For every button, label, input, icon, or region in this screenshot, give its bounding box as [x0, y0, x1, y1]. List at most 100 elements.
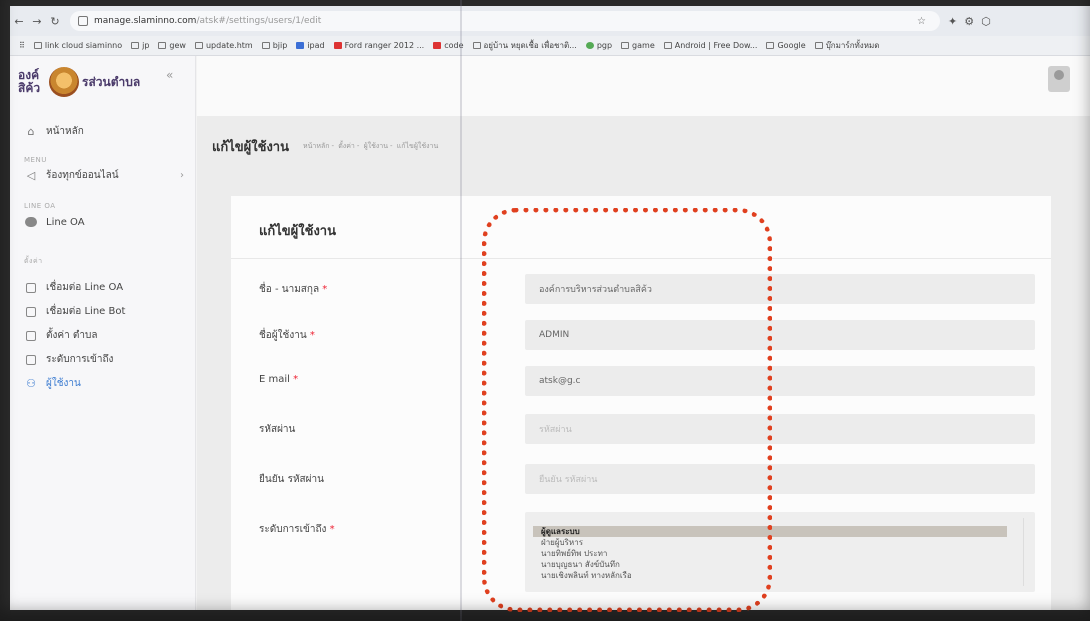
sidebar-item-connect-line-bot[interactable]: เชื่อมต่อ Line Bot — [24, 304, 184, 319]
top-bar — [197, 56, 1090, 116]
bookmark-item[interactable]: code — [433, 41, 464, 50]
bookmark-item[interactable]: update.htm — [194, 41, 253, 50]
bookmark-item[interactable]: Android | Free Dow... — [663, 41, 758, 50]
bookmark-item[interactable]: jp — [131, 41, 149, 50]
bookmark-item[interactable]: pgp — [585, 41, 612, 50]
name-field[interactable]: องค์การบริหารส่วนตำบลสิค้ว — [525, 274, 1035, 304]
bookmarks-bar: ⠿ link cloud siaminno jp gew update.htm bjip i… — [10, 36, 1090, 56]
lock-icon — [24, 354, 38, 366]
folder-icon — [814, 42, 823, 49]
bookmark-item[interactable]: Google — [766, 41, 806, 50]
sidebar-item-users[interactable]: ⚇ ผู้ใช้งาน — [24, 376, 184, 391]
bookmark-label: update.htm — [205, 41, 253, 50]
password-label: รหัสผ่าน — [259, 424, 296, 435]
forward-icon[interactable]: → — [28, 15, 46, 28]
folder-icon — [621, 42, 630, 49]
bookmark-icon — [585, 42, 594, 49]
card-title: แก้ไขผู้ใช้งาน — [259, 224, 336, 239]
bookmark-item[interactable]: บุ๊กมาร์กทั้งหมด — [814, 39, 880, 52]
extensions-icon[interactable]: ✦⚙⬡ — [948, 15, 998, 28]
bookmark-label: Android | Free Dow... — [674, 41, 758, 50]
site-info-icon[interactable] — [78, 16, 88, 26]
confirm-password-field[interactable]: ยืนยัน รหัสผ่าน — [525, 464, 1035, 494]
bookmark-label: game — [632, 41, 655, 50]
section-label-line: LINE OA — [24, 202, 56, 210]
access-level-option[interactable]: นายทิพย์ทิพ ประทา — [525, 548, 1035, 559]
breadcrumb-item-home[interactable]: หน้าหลัก — [303, 142, 329, 150]
sidebar-item-complaints[interactable]: ◁ ร้องทุกข์ออนไลน์ › — [24, 168, 184, 183]
bookmark-item[interactable]: Ford ranger 2012 ... — [333, 41, 424, 50]
logo-icon — [49, 67, 79, 97]
sidebar-item-label: ระดับการเข้าถึง — [46, 354, 114, 365]
reload-icon[interactable]: ↻ — [46, 15, 64, 28]
brand-right-text: รส่วนตำบล — [82, 74, 141, 89]
bookmark-label: Google — [777, 41, 806, 50]
collapse-sidebar-icon[interactable]: « — [166, 68, 173, 82]
bookmark-item[interactable]: game — [621, 41, 655, 50]
access-level-option[interactable]: ผู้ดูแลระบบ — [533, 526, 1007, 537]
page-header: แก้ไขผู้ใช้งาน หน้าหลัก - ตั้งค่า - ผู้ใช้… — [212, 116, 440, 176]
bookmark-label: gew — [169, 41, 186, 50]
password-field[interactable]: รหัสผ่าน — [525, 414, 1035, 444]
browser-window: ← → ↻ manage.slaminno.com /atsk#/setting… — [10, 6, 1090, 610]
sidebar-item-tambon-settings[interactable]: ตั้งค่า ตำบล — [24, 328, 184, 343]
url-field[interactable]: manage.slaminno.com /atsk#/settings/user… — [70, 11, 940, 31]
sidebar-item-home[interactable]: ⌂ หน้าหลัก — [24, 124, 184, 139]
brand[interactable]: องค์ สิค้ว รส่วนตำบล — [18, 62, 188, 102]
username-label: ชื่อผู้ใช้งาน * — [259, 328, 315, 343]
bookmark-label: ipad — [307, 41, 325, 50]
url-path: /atsk#/settings/users/1/edit — [196, 16, 322, 26]
home-icon: ⌂ — [27, 125, 35, 138]
breadcrumb-item-users[interactable]: ผู้ใช้งาน — [364, 142, 388, 150]
brand-short-b: สิค้ว — [18, 81, 41, 95]
avatar[interactable] — [1048, 66, 1070, 92]
email-field[interactable]: atsk@g.c — [525, 366, 1035, 396]
bookmark-item[interactable]: link cloud siaminno — [33, 41, 122, 50]
sidebar-item-access-level[interactable]: ระดับการเข้าถึง — [24, 352, 184, 367]
access-level-label: ระดับการเข้าถึง * — [259, 522, 335, 537]
divider — [231, 258, 1051, 259]
settings-icon — [24, 330, 38, 342]
sidebar-item-label: เชื่อมต่อ Line Bot — [46, 306, 126, 317]
sidebar-item-label: หน้าหลัก — [46, 126, 84, 137]
bookmark-label: บุ๊กมาร์กทั้งหมด — [825, 41, 880, 50]
sidebar-item-label: ร้องทุกข์ออนไลน์ — [46, 170, 119, 181]
users-icon: ⚇ — [26, 377, 36, 390]
star-icon[interactable]: ☆ — [917, 16, 932, 27]
bookmark-item[interactable]: bjip — [261, 41, 287, 50]
back-icon[interactable]: ← — [10, 15, 28, 28]
bookmark-label: jp — [142, 41, 150, 50]
sidebar: องค์ สิค้ว รส่วนตำบล « ⌂ หน้าหลัก MENU ◁… — [10, 56, 196, 610]
folder-icon — [194, 42, 203, 49]
main-content: แก้ไขผู้ใช้งาน หน้าหลัก - ตั้งค่า - ผู้ใช้… — [197, 116, 1090, 610]
required-mark: * — [309, 330, 315, 341]
access-level-option[interactable]: นายเชิงพลินท์ ทางหลักเรือ — [525, 570, 1035, 581]
bookmark-item[interactable]: ipad — [296, 41, 325, 50]
name-label: ชื่อ - นามสกุล * — [259, 282, 327, 297]
breadcrumb: หน้าหลัก - ตั้งค่า - ผู้ใช้งาน - แก้ไขผู้ใช… — [303, 141, 439, 150]
name-label-text: ชื่อ - นามสกุล — [259, 284, 320, 295]
bookmark-item[interactable]: gew — [158, 41, 186, 50]
sidebar-item-label: เชื่อมต่อ Line OA — [46, 282, 124, 293]
sidebar-item-connect-line-oa[interactable]: เชื่อมต่อ Line OA — [24, 280, 184, 295]
required-mark: * — [322, 284, 328, 295]
folder-icon — [472, 42, 481, 49]
bookmark-item[interactable]: อยู่บ้าน หยุดเชื้อ เพื่อชาติ... — [472, 39, 577, 52]
required-mark: * — [293, 374, 299, 385]
access-level-select[interactable]: ผู้ดูแลระบบ ฝ่ายผู้บริหาร นายทิพย์ทิพ ประท… — [525, 512, 1035, 592]
chat-bubble-icon — [24, 216, 38, 228]
access-level-option[interactable]: ฝ่ายผู้บริหาร — [525, 537, 1035, 548]
folder-icon — [766, 42, 775, 49]
access-level-option[interactable]: นายบุญธนา สังข์บันทึก — [525, 559, 1035, 570]
sidebar-item-label: ผู้ใช้งาน — [46, 378, 81, 389]
sidebar-item-line-oa[interactable]: Line OA — [24, 216, 184, 228]
screen-glare — [460, 0, 462, 621]
email-label-text: E mail — [259, 374, 290, 385]
brand-title: องค์ สิค้ว — [18, 69, 46, 95]
apps-icon[interactable]: ⠿ — [19, 41, 25, 50]
breadcrumb-item-settings[interactable]: ตั้งค่า — [338, 142, 355, 150]
username-field[interactable]: ADMIN — [525, 320, 1035, 350]
scrollbar[interactable] — [1023, 518, 1029, 586]
folder-icon — [131, 42, 140, 49]
link-icon — [24, 282, 38, 294]
